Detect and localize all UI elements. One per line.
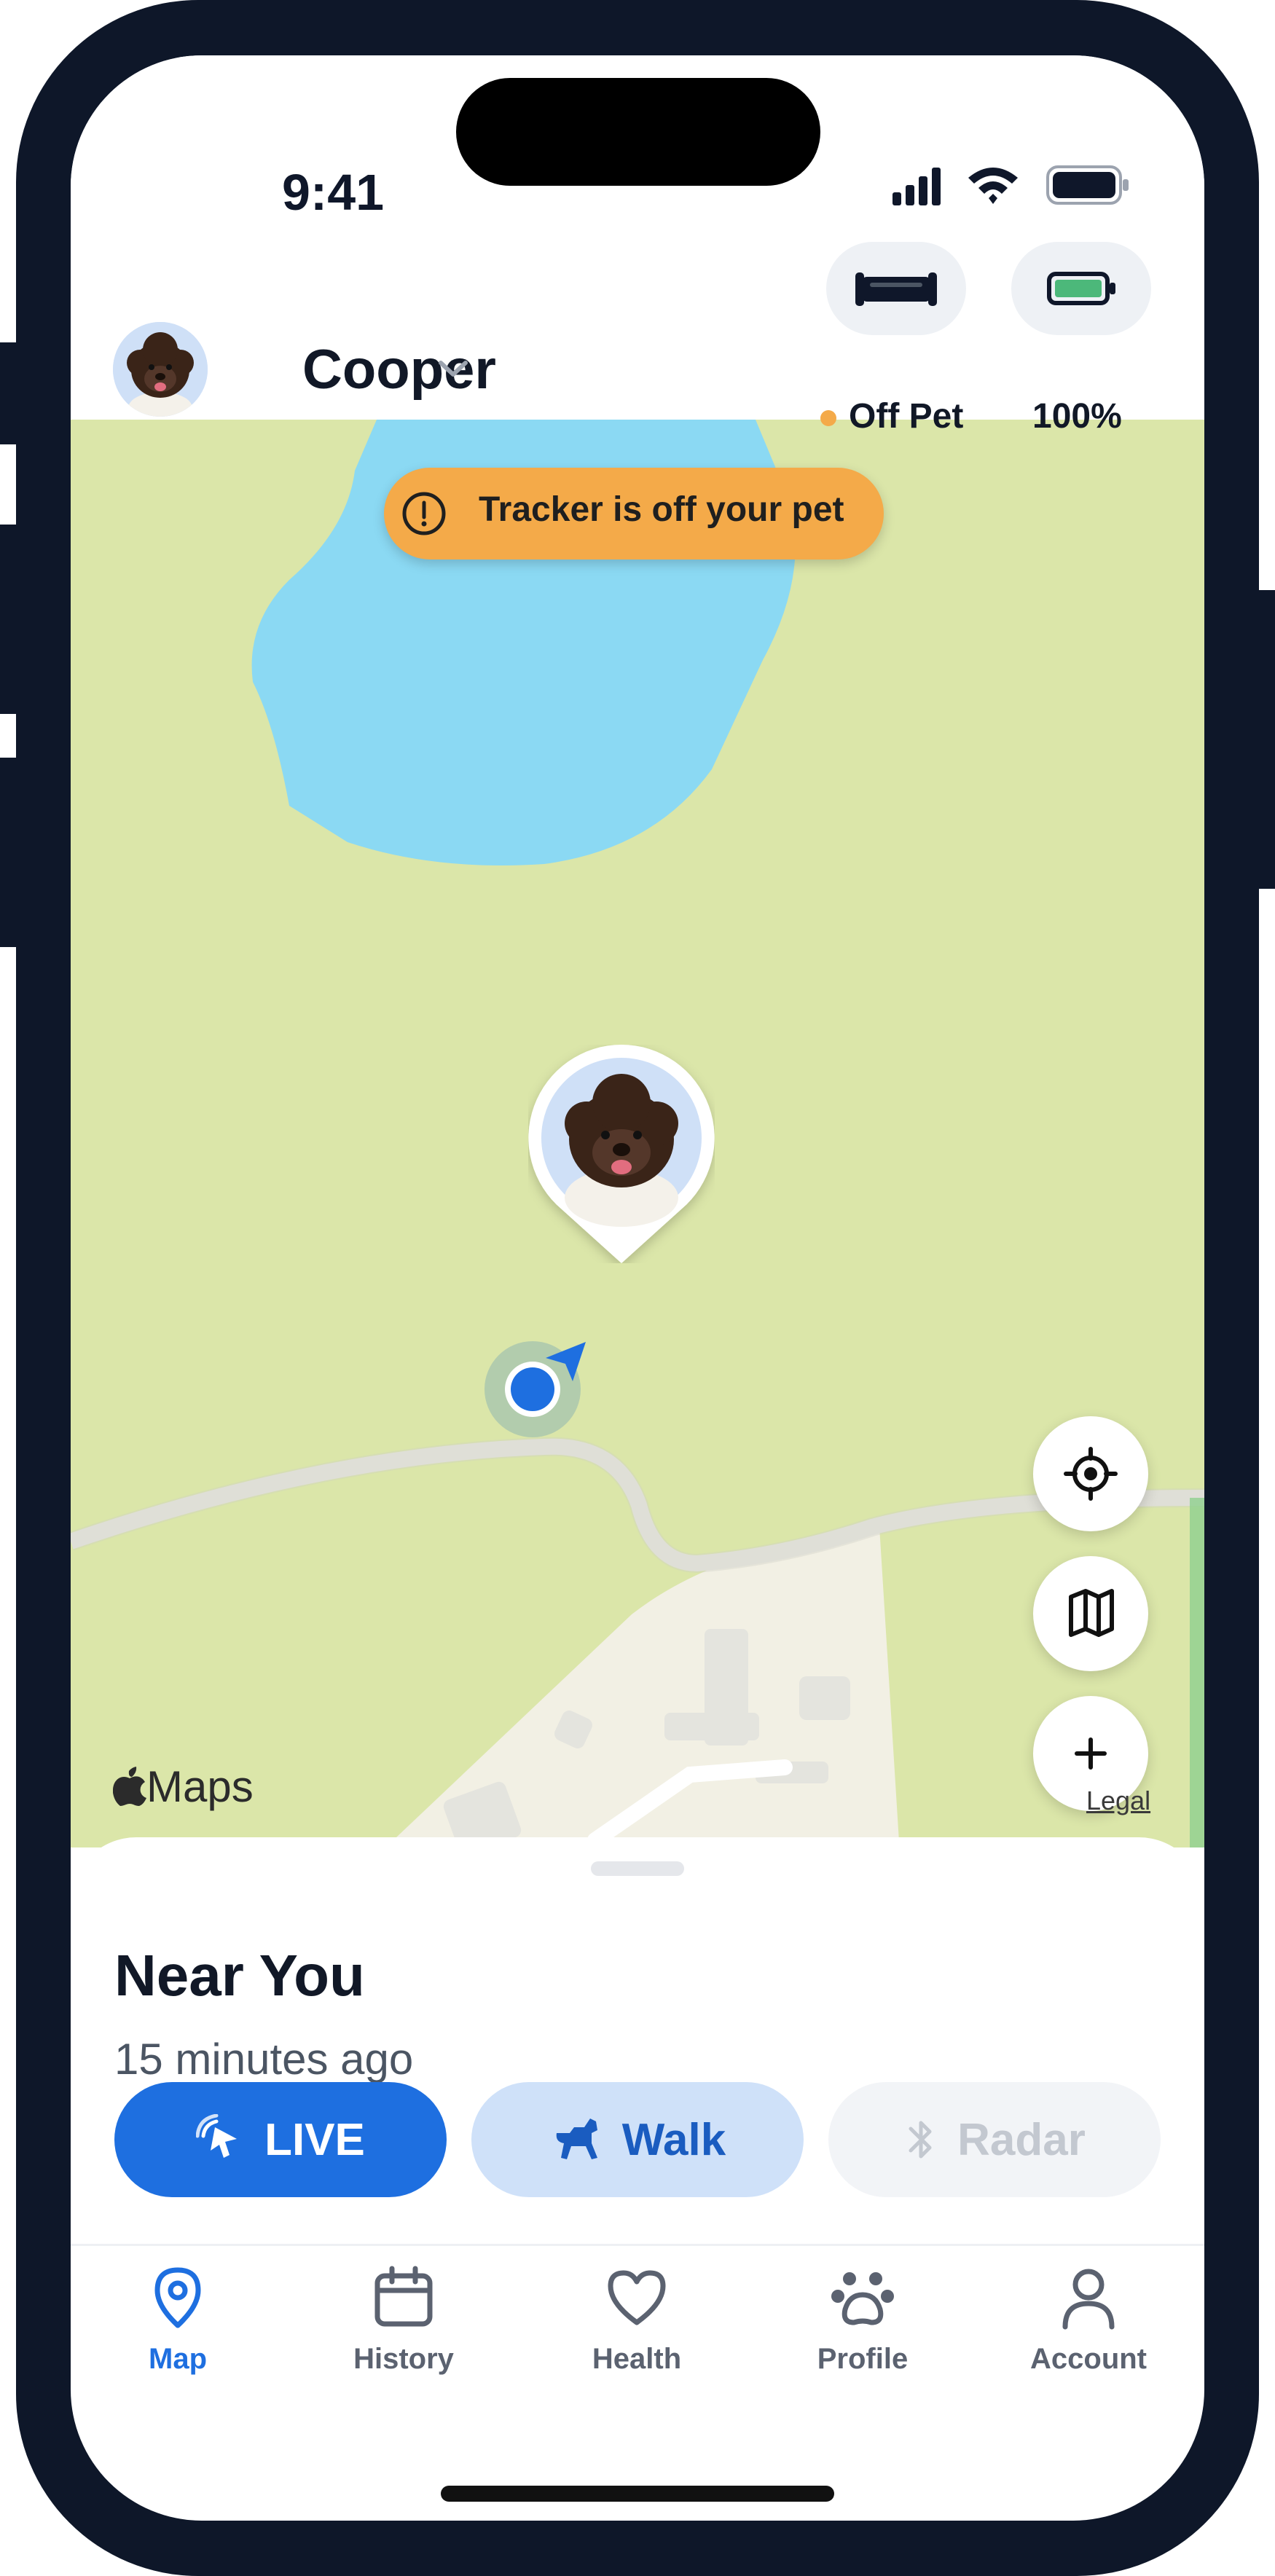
recenter-button[interactable] xyxy=(1033,1416,1148,1531)
maps-logo-text: Maps xyxy=(146,1762,254,1811)
map-view[interactable] xyxy=(71,420,1204,1847)
crosshair-icon xyxy=(1064,1447,1118,1501)
tab-health[interactable]: Health xyxy=(542,2263,731,2408)
tabbar-divider xyxy=(71,2244,1204,2246)
user-location-dot xyxy=(484,1341,586,1437)
tracker-status-button[interactable] xyxy=(826,242,966,335)
tab-history-label: History xyxy=(353,2343,454,2375)
pet-location-marker[interactable] xyxy=(528,1045,715,1263)
legal-link[interactable]: Legal xyxy=(1086,1786,1150,1816)
walk-button-label: Walk xyxy=(621,2114,726,2165)
live-tracking-icon xyxy=(196,2114,238,2158)
battery-button[interactable] xyxy=(1011,242,1151,335)
tab-profile[interactable]: Profile xyxy=(768,2263,957,2408)
map-style-button[interactable] xyxy=(1033,1556,1148,1671)
home-indicator xyxy=(441,2486,834,2502)
user-location-indicator xyxy=(484,1336,586,1438)
tracker-status-label: Off Pet xyxy=(849,397,964,436)
live-button[interactable]: LIVE xyxy=(114,2082,447,2197)
status-battery-icon xyxy=(1046,165,1129,205)
phone-screen: Tracker is off your pet Maps Legal 9:41 xyxy=(71,55,1204,2521)
alert-circle-icon xyxy=(402,492,446,535)
map-pin-icon xyxy=(154,2267,201,2328)
location-title: Near You xyxy=(114,1943,365,2008)
tab-account[interactable]: Account xyxy=(994,2263,1183,2408)
status-dot xyxy=(820,410,836,426)
heart-icon xyxy=(608,2270,666,2325)
last-updated-text: 15 minutes ago xyxy=(114,2035,414,2084)
battery-icon xyxy=(1047,272,1115,305)
cellular-signal-icon xyxy=(892,168,941,205)
maps-attribution: Maps xyxy=(112,1762,254,1812)
live-button-label: LIVE xyxy=(264,2114,365,2165)
tab-history[interactable]: History xyxy=(309,2263,498,2408)
calendar-icon xyxy=(374,2266,433,2327)
volume-down-button xyxy=(0,758,22,947)
paw-icon xyxy=(831,2272,894,2325)
mute-switch xyxy=(0,342,22,444)
walking-dog-icon xyxy=(556,2118,597,2159)
person-icon xyxy=(1062,2269,1115,2330)
tab-map-label: Map xyxy=(149,2343,207,2375)
apple-logo-icon xyxy=(112,1767,146,1806)
sheet-grabber[interactable] xyxy=(591,1861,684,1876)
status-time: 9:41 xyxy=(282,164,385,221)
volume-up-button xyxy=(0,525,22,714)
radar-button[interactable]: Radar xyxy=(828,2082,1161,2197)
pet-avatar[interactable] xyxy=(113,322,208,417)
tab-map[interactable]: Map xyxy=(83,2263,272,2408)
radar-button-label: Radar xyxy=(957,2114,1086,2165)
chevron-down-icon[interactable] xyxy=(435,356,471,382)
walk-button[interactable]: Walk xyxy=(471,2082,804,2197)
folded-map-icon xyxy=(1069,1589,1114,1637)
tracker-device-icon xyxy=(855,272,937,306)
tab-account-label: Account xyxy=(1030,2343,1147,2375)
battery-percentage: 100% xyxy=(1032,397,1122,436)
bluetooth-icon xyxy=(909,2121,932,2159)
banner-text: Tracker is off your pet xyxy=(479,490,844,529)
dog-photo xyxy=(113,322,208,417)
tab-profile-label: Profile xyxy=(817,2343,909,2375)
tab-health-label: Health xyxy=(592,2343,682,2375)
wifi-icon xyxy=(968,168,1018,204)
dynamic-island xyxy=(456,78,820,186)
power-button xyxy=(1253,590,1275,889)
pet-marker-pin xyxy=(528,1045,715,1263)
